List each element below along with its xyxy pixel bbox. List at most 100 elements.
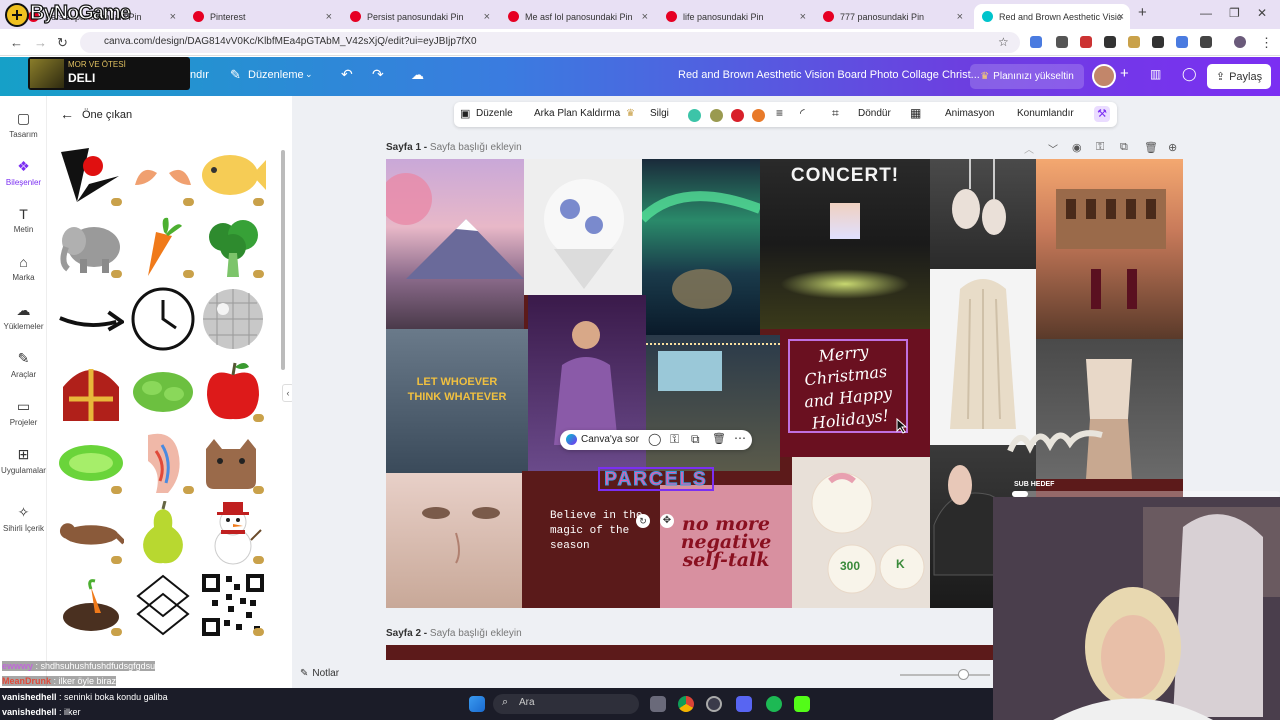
element-arrow[interactable] [58,286,124,352]
animate-button[interactable]: Animasyon [945,108,994,119]
back-icon[interactable]: ← [10,35,23,50]
photo-mount-fuji[interactable] [386,159,524,329]
close-icon[interactable]: × [484,11,490,23]
color-swatch-orange[interactable] [752,109,765,122]
comment-icon[interactable]: ◯ [648,432,661,446]
browser-tab-2[interactable]: Pinterest × [185,4,338,29]
element-snowman[interactable] [200,500,266,566]
parcels-selection-box[interactable]: PARCELS [598,467,714,491]
undo-icon[interactable]: ↶ [341,66,353,83]
position-button[interactable]: Konumlandır [1017,108,1074,119]
share-button[interactable]: ⇪ Paylaş [1207,64,1271,89]
duplicate-icon[interactable]: ⧉ [691,432,700,447]
delete-page-icon[interactable]: 🗑 [1144,141,1158,154]
close-window-icon[interactable]: ✕ [1257,6,1267,20]
windows-start-icon[interactable] [469,696,485,712]
element-nest-carrot[interactable] [58,572,124,638]
delete-icon[interactable]: 🗑 [712,432,726,445]
extension-icon[interactable] [1080,36,1092,48]
rail-item-brand[interactable]: ⌂ Marka [0,254,47,282]
minimize-icon[interactable]: — [1200,6,1212,20]
comment-icon[interactable]: ◯ [1182,66,1197,82]
rail-item-text[interactable]: T Metin [0,206,47,234]
restore-icon[interactable]: ❐ [1229,6,1240,20]
photo-flower-bouquet[interactable] [524,159,642,295]
element-qr-code[interactable] [200,572,266,638]
extension-icon[interactable] [1152,36,1164,48]
taskbar-search[interactable]: ⌕ Ara [493,694,639,714]
discord-icon[interactable] [736,696,752,712]
card-no-more[interactable]: no more negative self-talk [660,485,792,608]
chevron-down-icon[interactable]: ﹀ [1048,141,1058,156]
element-green-spread[interactable] [130,358,196,424]
add-page-icon[interactable]: ⊕ [1168,141,1177,154]
photo-reading-woman[interactable]: LET WHOEVER THINK WHATEVER [386,329,528,473]
rail-item-apps[interactable]: ⊞ Uygulamalar [0,446,47,475]
more-options-icon[interactable]: ⋯ [734,431,746,445]
element-apple[interactable] [200,358,266,424]
resize-button[interactable]: ndır [190,69,209,81]
extensions-puzzle-icon[interactable] [1200,36,1212,48]
card-merry-christmas[interactable]: Merry Christmas and Happy Holidays! [780,329,930,457]
color-swatch-red[interactable] [731,109,744,122]
duplicate-page-icon[interactable]: ⧉ [1120,141,1128,154]
browser-tab-6[interactable]: 777 panosundaki Pin × [815,4,969,29]
color-swatch-olive[interactable] [710,109,723,122]
bookmark-star-icon[interactable]: ☆ [998,35,1009,49]
redo-icon[interactable]: ↷ [372,66,384,83]
card-believe[interactable]: Believe in the magic of the season [522,471,660,608]
photo-boxing-gloves[interactable] [930,159,1036,269]
zoom-slider-track[interactable] [900,674,990,676]
element-otter[interactable] [58,500,124,566]
color-swatch-teal[interactable] [688,109,701,122]
element-taiyaki[interactable] [200,142,266,208]
notes-button[interactable]: ✎ Notlar [300,668,339,679]
upgrade-button[interactable]: ♛ Planınızı yükseltin [970,64,1084,89]
rail-item-tools[interactable]: ✎ Araçlar [0,350,47,379]
element-anatomy[interactable] [130,430,196,496]
element-mitre-hat[interactable] [58,358,124,424]
edit-mode-button[interactable]: Düzenleme [248,69,304,81]
add-collaborator-icon[interactable]: + [1120,65,1129,82]
element-lime[interactable] [58,430,124,496]
crop-icon[interactable]: ⌗ [832,106,839,121]
back-arrow-icon[interactable]: ← [60,106,74,122]
kick-icon[interactable] [794,696,810,712]
background-remover-button[interactable]: Arka Plan Kaldırma [534,108,620,119]
profile-avatar[interactable] [1234,36,1246,48]
element-cat[interactable] [200,430,266,496]
rotate-button[interactable]: Döndür [858,108,891,119]
document-title[interactable]: Red and Brown Aesthetic Vision Board Pho… [678,69,980,81]
close-icon[interactable]: × [326,11,332,23]
photo-concert[interactable]: CONCERT! [760,159,930,329]
rotate-handle-icon[interactable]: ↻ [636,514,650,528]
corner-rounding-icon[interactable]: ◜ [800,106,805,120]
rail-item-design[interactable]: ▢ Tasarım [0,110,47,139]
browser-tab-5[interactable]: life panosundaki Pin × [658,4,812,29]
lock-icon[interactable]: ⚿ [670,432,679,447]
design-page-2[interactable] [386,645,994,660]
zoom-slider-handle[interactable] [958,669,969,680]
close-icon[interactable]: × [800,11,806,23]
spotify-icon[interactable] [766,696,782,712]
analytics-icon[interactable]: ▥ [1150,67,1161,81]
task-view-icon[interactable] [650,696,666,712]
page-2-label[interactable]: Sayfa 2 - Sayfa başlığı ekleyin [386,628,522,639]
rail-item-uploads[interactable]: ☁ Yüklemeler [0,302,47,331]
element-shrimp[interactable] [130,142,196,208]
hide-page-icon[interactable]: ◉ [1072,141,1082,154]
move-handle-icon[interactable]: ✥ [660,514,674,528]
eraser-button[interactable]: Silgi [650,108,669,119]
browser-tab-3[interactable]: Persist panosundaki Pin × [342,4,496,29]
element-pear[interactable] [130,500,196,566]
element-carrot[interactable] [130,214,196,280]
element-diamond-frames[interactable] [130,572,196,638]
element-elephant[interactable] [58,214,124,280]
lock-icon[interactable]: ⚿ [1096,141,1104,154]
chevron-up-icon[interactable]: ︿ [1024,141,1034,156]
browser-tab-active[interactable]: Red and Brown Aesthetic Visio × [974,4,1130,29]
close-icon[interactable]: × [642,11,648,23]
photo-face-closeup[interactable] [386,473,522,608]
extension-icon[interactable] [1176,36,1188,48]
obs-icon[interactable] [706,696,722,712]
